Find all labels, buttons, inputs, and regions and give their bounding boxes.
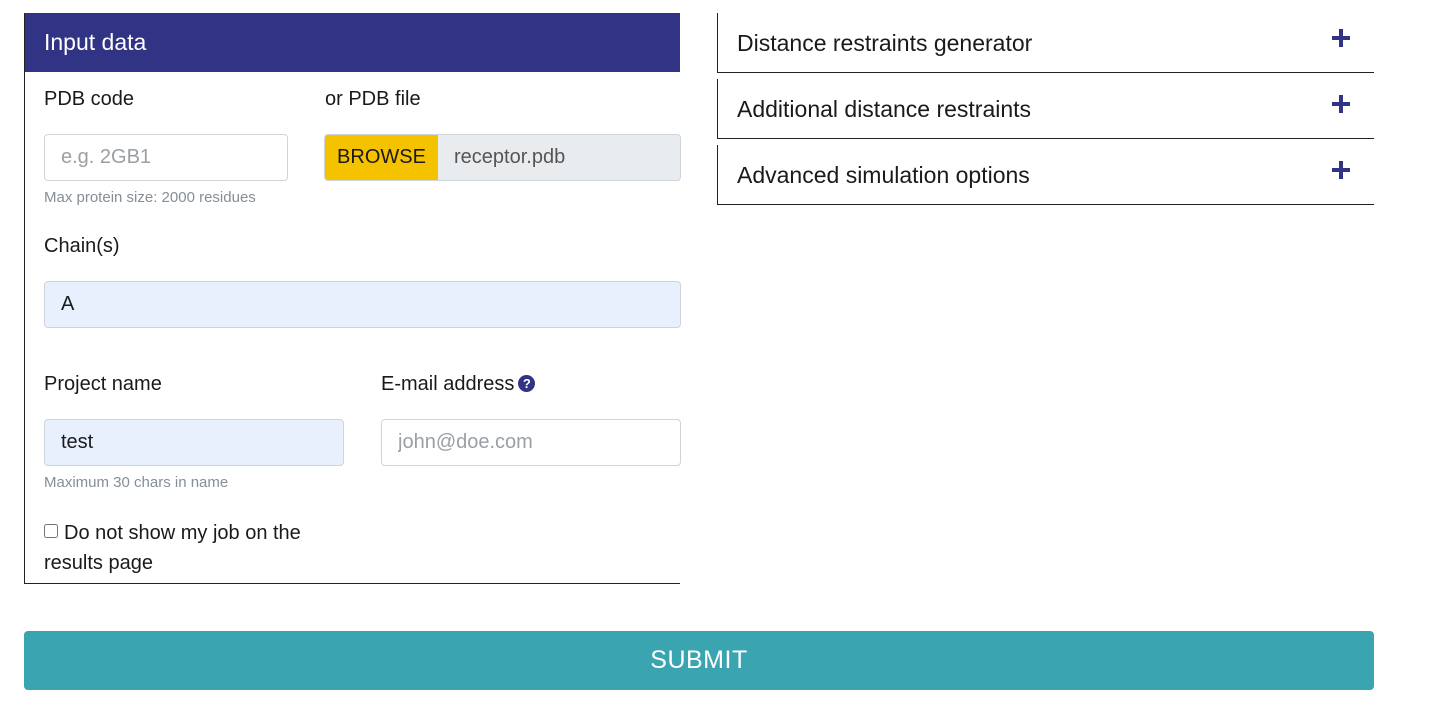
selected-file-name: receptor.pdb: [454, 146, 566, 168]
plus-icon[interactable]: [1332, 161, 1350, 179]
pdb-file-label: or PDB file: [325, 88, 421, 110]
input-data-panel: Input data PDB code Max protein size: 20…: [24, 13, 681, 584]
accordion-title: Distance restraints generator: [737, 30, 1033, 56]
project-name-hint: Maximum 30 chars in name: [44, 474, 229, 491]
submit-button[interactable]: SUBMIT: [24, 631, 1374, 690]
pdb-code-label: PDB code: [44, 88, 135, 110]
accordion-title: Additional distance restraints: [737, 96, 1032, 122]
pdb-code-hint: Max protein size: 2000 residues: [44, 189, 256, 206]
hide-job-checkbox[interactable]: [44, 524, 58, 538]
email-label-row: E-mail address?: [381, 373, 536, 396]
question-circle-icon[interactable]: ?: [518, 374, 536, 392]
accordion-additional-distance-restraints[interactable]: Additional distance restraints: [717, 79, 1374, 139]
accordion-distance-restraints-generator[interactable]: Distance restraints generator: [717, 13, 1374, 73]
browse-button[interactable]: BROWSE: [325, 135, 438, 180]
chains-input[interactable]: [44, 281, 681, 328]
project-name-label: Project name: [44, 373, 162, 395]
hide-job-label: Do not show my job on the results page: [44, 522, 301, 574]
accordion-advanced-simulation-options[interactable]: Advanced simulation options: [717, 145, 1374, 205]
email-input[interactable]: [381, 419, 681, 466]
project-name-input[interactable]: [44, 419, 344, 466]
pdb-file-input[interactable]: BROWSE receptor.pdb: [324, 134, 681, 181]
pdb-code-input[interactable]: [44, 134, 288, 181]
plus-icon[interactable]: [1332, 29, 1350, 47]
panel-title: Input data: [25, 13, 680, 72]
hide-job-option[interactable]: Do not show my job on the results page: [44, 518, 344, 578]
options-accordions: Distance restraints generator Additional…: [717, 13, 1374, 211]
email-label: E-mail address: [381, 373, 515, 395]
chains-label: Chain(s): [44, 235, 120, 257]
accordion-title: Advanced simulation options: [737, 162, 1030, 188]
page: Input data PDB code Max protein size: 20…: [0, 0, 1432, 707]
plus-icon[interactable]: [1332, 95, 1350, 113]
